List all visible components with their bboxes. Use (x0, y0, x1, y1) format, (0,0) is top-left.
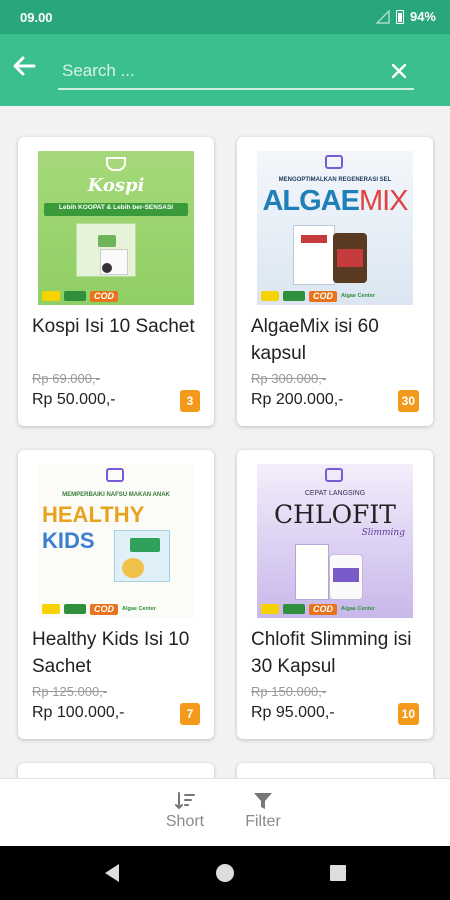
search-bar (58, 54, 414, 90)
product-name: Chlofit Slimming isi 30 Kapsul (251, 629, 412, 677)
stock-badge: 10 (397, 703, 419, 725)
sort-label: Short (165, 813, 205, 830)
image-title: ALGAEMIX (262, 185, 408, 217)
product-card[interactable]: MEMPERBAIKI NAFSU MAKAN ANAK HEALTHY KID… (18, 450, 214, 739)
product-image-chlofit: CEPAT LANGSING CHLOFIT Slimming COD Alga… (257, 464, 413, 618)
status-icons: 94% (375, 9, 436, 24)
stock-badge: 30 (397, 390, 419, 412)
cod-badge: COD (90, 290, 118, 302)
stock-badge: 7 (180, 703, 200, 725)
brand-label: Algae Center (341, 293, 375, 299)
product-price: Rp 200.000,- (251, 391, 344, 408)
sort-button[interactable]: Short (150, 787, 220, 841)
system-nav-bar (0, 846, 450, 900)
product-image-kospi: Kospi Lebih KOOPAT & Lebih ber-SENSASI C… (38, 151, 194, 305)
sort-icon (175, 792, 195, 809)
product-card[interactable]: CEPAT LANGSING CHLOFIT Slimming COD Alga… (237, 450, 433, 739)
product-price: Rp 95.000,- (251, 704, 335, 721)
cod-badge: COD (90, 603, 118, 615)
product-price: Rp 100.000,- (32, 704, 125, 721)
cod-badge: COD (309, 290, 337, 302)
image-tagline: Lebih KOOPAT & Lebih ber-SENSASI (58, 204, 174, 211)
filter-button[interactable]: Filter (228, 787, 298, 841)
bottom-action-bar: Short Filter (0, 778, 450, 846)
original-price: Rp 125.000,- (32, 684, 108, 699)
status-time: 09.00 (20, 10, 53, 25)
filter-icon (254, 793, 272, 809)
stock-badge: 3 (180, 390, 200, 412)
original-price: Rp 300.000,- (251, 371, 327, 386)
product-name: Healthy Kids Isi 10 Sachet (32, 629, 190, 677)
back-arrow-icon[interactable] (10, 52, 38, 80)
product-name: AlgaeMix isi 60 kapsul (251, 316, 379, 364)
product-name: Kospi Isi 10 Sachet (32, 316, 195, 337)
cod-badge: COD (309, 603, 337, 615)
status-bar: 09.00 94% (0, 0, 450, 34)
image-title: CHLOFIT (274, 500, 396, 529)
close-icon[interactable] (388, 60, 410, 82)
nav-recents-icon[interactable] (327, 862, 349, 884)
search-input[interactable] (58, 54, 368, 88)
original-price: Rp 150.000,- (251, 684, 327, 699)
nav-back-icon[interactable] (101, 862, 123, 884)
image-subtitle: Slimming (361, 528, 405, 538)
image-tagline: MEMPERBAIKI NAFSU MAKAN ANAK (62, 492, 170, 498)
product-card[interactable]: MENGOPTIMALKAN REGENERASI SEL ALGAEMIX C… (237, 137, 433, 426)
product-image-algaemix: MENGOPTIMALKAN REGENERASI SEL ALGAEMIX C… (257, 151, 413, 305)
image-tagline: MENGOPTIMALKAN REGENERASI SEL (278, 177, 392, 183)
battery-icon (395, 9, 404, 24)
image-title: Kospi (87, 175, 145, 196)
brand-label: Algae Center (122, 606, 156, 612)
brand-label: Algae Center (341, 606, 375, 612)
signal-icon (375, 9, 390, 24)
app-bar (0, 34, 450, 106)
product-price: Rp 50.000,- (32, 391, 116, 408)
nav-home-icon[interactable] (214, 862, 236, 884)
filter-label: Filter (245, 813, 281, 830)
product-image-healthy-kids: MEMPERBAIKI NAFSU MAKAN ANAK HEALTHY KID… (38, 464, 194, 618)
original-price: Rp 69.000,- (32, 371, 100, 386)
product-card[interactable]: Kospi Lebih KOOPAT & Lebih ber-SENSASI C… (18, 137, 214, 426)
image-tagline: CEPAT LANGSING (304, 490, 366, 497)
battery-percent: 94% (409, 9, 436, 24)
